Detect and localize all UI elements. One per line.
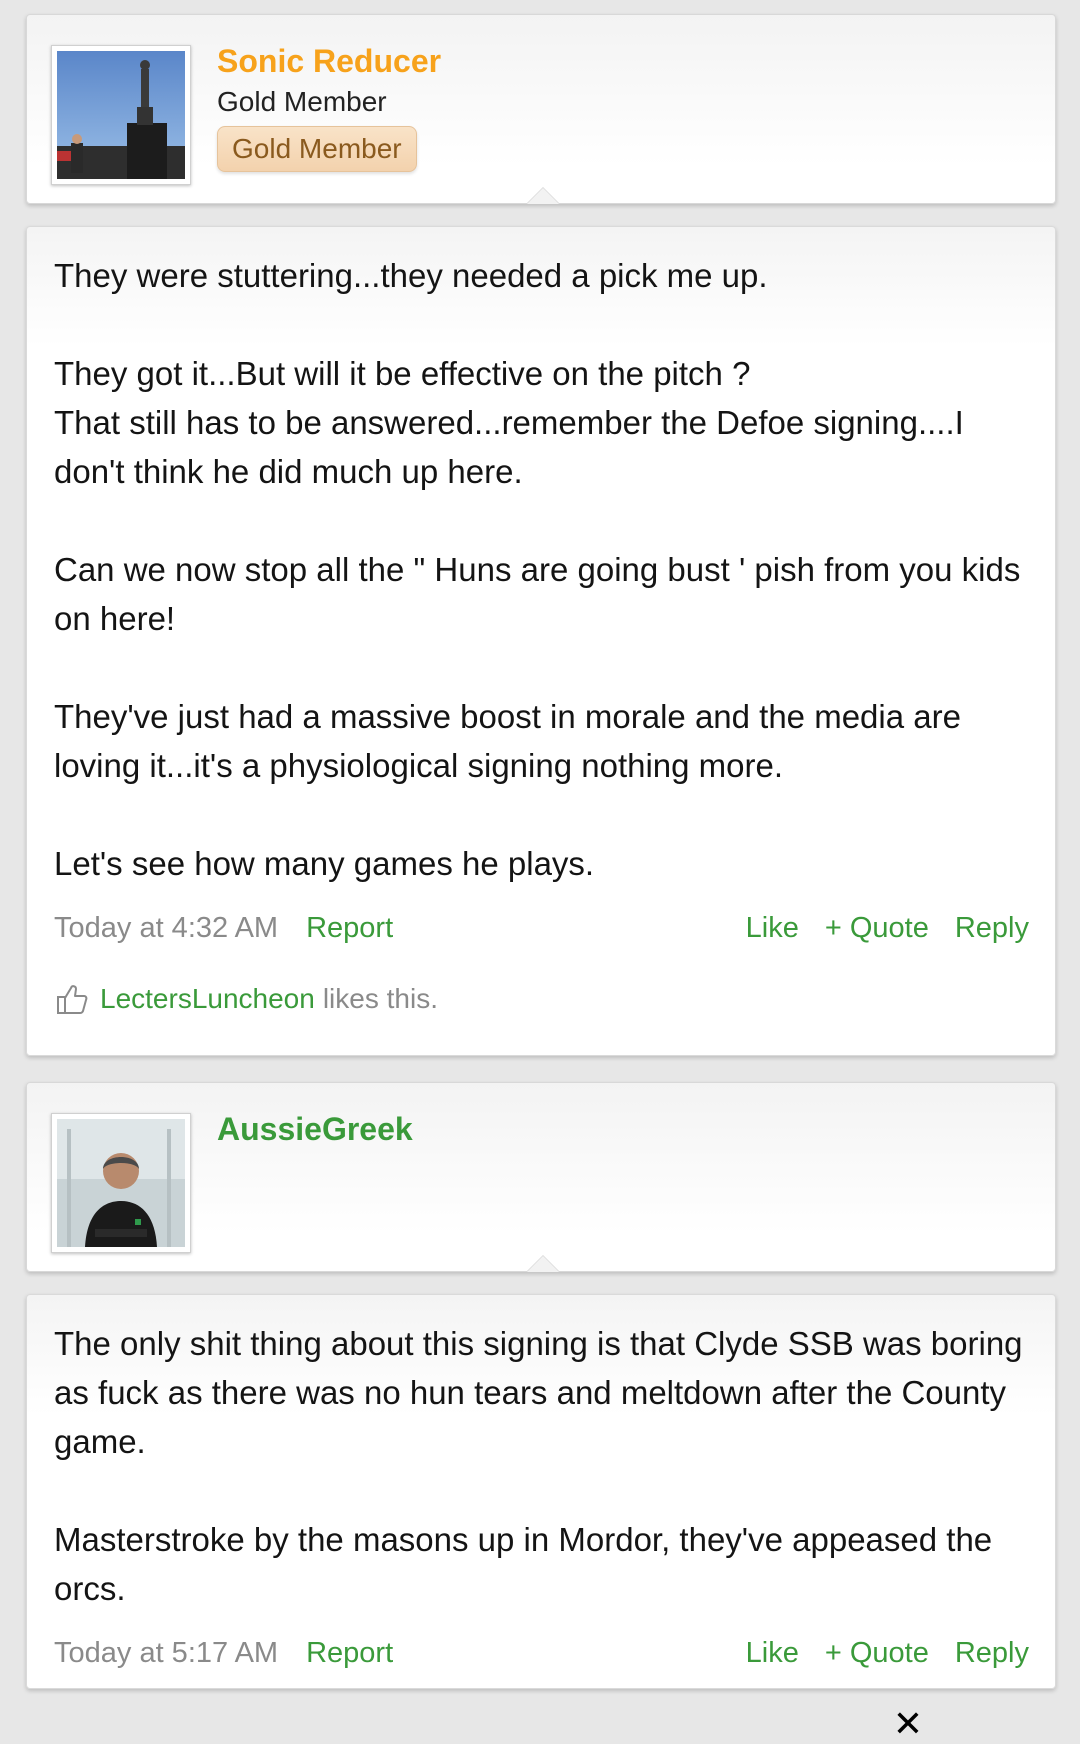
speech-pointer — [527, 1256, 559, 1272]
avatar-image-statue — [57, 51, 185, 179]
user-card: AussieGreek — [26, 1082, 1056, 1272]
avatar[interactable] — [51, 45, 191, 185]
username[interactable]: AussieGreek — [217, 1111, 413, 1148]
avatar[interactable] — [51, 1113, 191, 1253]
post: AussieGreek The only shit thing about th… — [26, 1082, 1056, 1689]
report-link[interactable]: Report — [306, 912, 393, 945]
reply-link[interactable]: Reply — [955, 1637, 1029, 1670]
liker-link[interactable]: LectersLuncheon — [100, 983, 315, 1015]
timestamp[interactable]: Today at 4:32 AM — [54, 912, 278, 945]
message-paragraph: Can we now stop all the " Huns are going… — [54, 551, 1021, 637]
close-icon[interactable]: ✕ — [892, 1706, 924, 1742]
user-badge: Gold Member — [217, 126, 417, 172]
message-paragraph: They got it...But will it be effective o… — [54, 355, 751, 392]
post-actions: Like + Quote Reply — [720, 912, 1029, 945]
message-paragraph: Let's see how many games he plays. — [54, 845, 595, 882]
message-card: They were stuttering...they needed a pic… — [26, 226, 1056, 1056]
message-paragraph: Masterstroke by the masons up in Mordor,… — [54, 1521, 993, 1607]
avatar-image-portrait — [57, 1119, 185, 1247]
message-body: The only shit thing about this signing i… — [54, 1319, 1029, 1613]
thread: Sonic Reducer Gold Member Gold Member Th… — [26, 14, 1056, 1715]
user-info: Sonic Reducer Gold Member Gold Member — [217, 43, 441, 172]
likes-summary: LectersLuncheon likes this. — [54, 981, 1029, 1017]
reply-link[interactable]: Reply — [955, 912, 1029, 945]
post-meta-left: Today at 5:17 AM Report — [54, 1637, 393, 1670]
message-card: The only shit thing about this signing i… — [26, 1294, 1056, 1689]
message-body: They were stuttering...they needed a pic… — [54, 251, 1029, 888]
likes-suffix: likes this. — [322, 983, 438, 1014]
timestamp[interactable]: Today at 5:17 AM — [54, 1637, 278, 1670]
message-paragraph: They've just had a massive boost in mora… — [54, 698, 961, 784]
post: Sonic Reducer Gold Member Gold Member Th… — [26, 14, 1056, 1056]
like-link[interactable]: Like — [746, 1637, 799, 1670]
message-paragraph: The only shit thing about this signing i… — [54, 1325, 1023, 1460]
quote-link[interactable]: + Quote — [825, 1637, 929, 1670]
quote-link[interactable]: + Quote — [825, 912, 929, 945]
user-card: Sonic Reducer Gold Member Gold Member — [26, 14, 1056, 204]
post-meta-left: Today at 4:32 AM Report — [54, 912, 393, 945]
user-info: AussieGreek — [217, 1111, 413, 1154]
post-meta: Today at 5:17 AM Report Like + Quote Rep… — [54, 1637, 1029, 1670]
thumbs-up-icon — [57, 985, 88, 1014]
post-meta: Today at 4:32 AM Report Like + Quote Rep… — [54, 912, 1029, 945]
speech-pointer — [527, 188, 559, 204]
like-link[interactable]: Like — [746, 912, 799, 945]
post-actions: Like + Quote Reply — [720, 1637, 1029, 1670]
message-paragraph: They were stuttering...they needed a pic… — [54, 257, 768, 294]
username[interactable]: Sonic Reducer — [217, 43, 441, 80]
report-link[interactable]: Report — [306, 1637, 393, 1670]
user-title: Gold Member — [217, 86, 387, 117]
message-paragraph: That still has to be answered...remember… — [54, 404, 964, 490]
